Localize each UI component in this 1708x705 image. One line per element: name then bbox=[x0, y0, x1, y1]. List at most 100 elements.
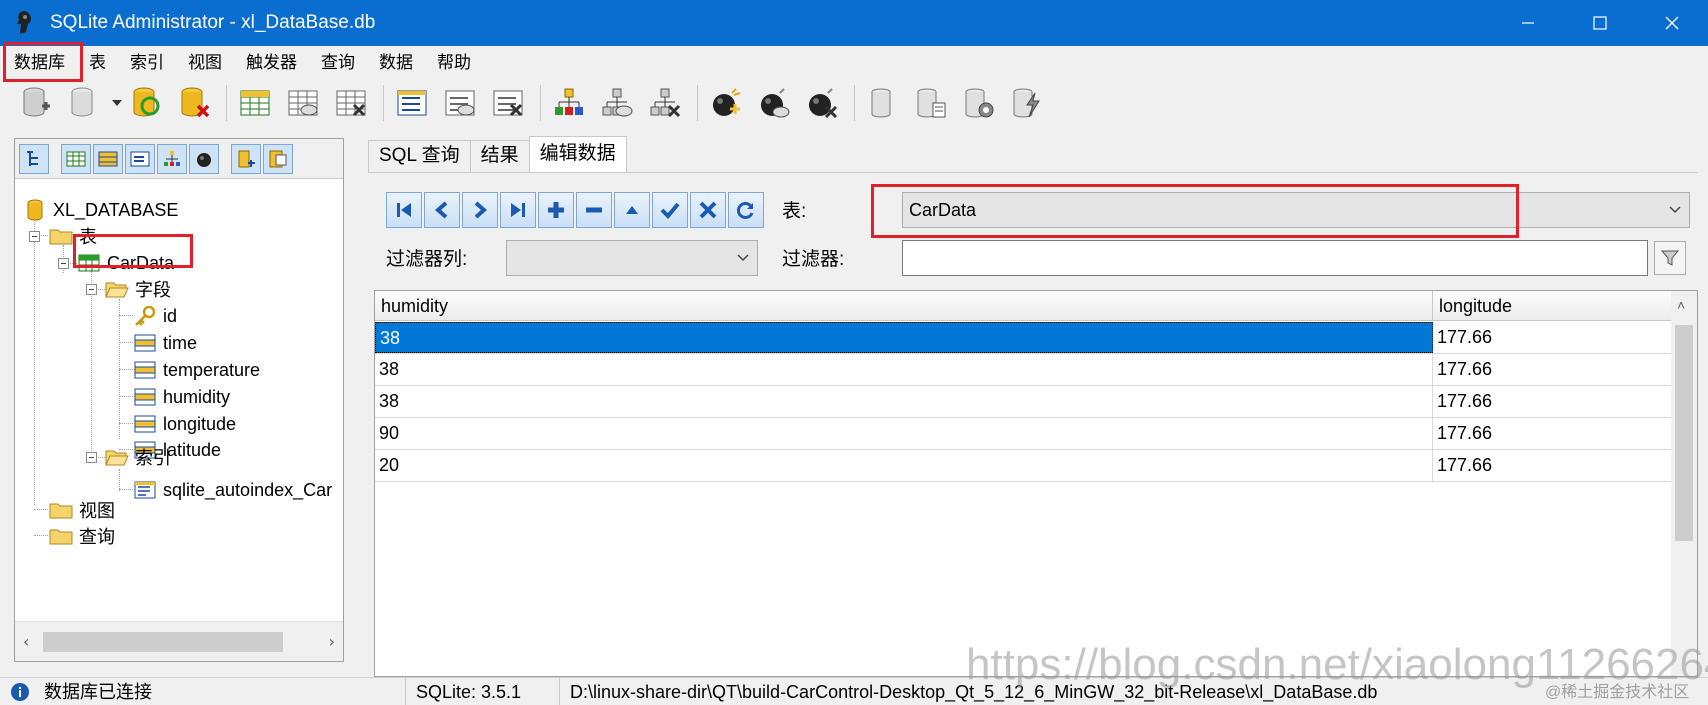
scrollbar-thumb[interactable] bbox=[1675, 325, 1693, 541]
tree-node-views[interactable]: 视图 bbox=[49, 497, 115, 523]
grid-cell[interactable]: 38 bbox=[375, 322, 1433, 353]
filter-views-icon[interactable] bbox=[157, 143, 187, 174]
new-database-icon[interactable] bbox=[14, 82, 58, 124]
tree-node-index-autoindex[interactable]: sqlite_autoindex_Car bbox=[133, 477, 332, 503]
delete-index-icon[interactable] bbox=[486, 82, 530, 124]
first-record-icon[interactable] bbox=[386, 192, 422, 228]
delete-view-icon[interactable] bbox=[643, 82, 687, 124]
tab-edit-data[interactable]: 编辑数据 bbox=[528, 136, 627, 172]
compact-database-icon[interactable] bbox=[124, 82, 168, 124]
column-header-longitude[interactable]: longitude bbox=[1433, 291, 1673, 321]
apply-filter-button[interactable] bbox=[1654, 241, 1686, 275]
grid-vertical-scrollbar[interactable]: ˄ bbox=[1671, 291, 1697, 676]
tree-node-indexes[interactable]: 索引 bbox=[105, 444, 171, 470]
menu-query[interactable]: 查询 bbox=[309, 46, 367, 80]
filter-fields-icon[interactable] bbox=[93, 143, 123, 174]
edit-view-icon[interactable] bbox=[595, 82, 639, 124]
grid-cell[interactable]: 177.66 bbox=[1433, 450, 1673, 481]
insert-record-icon[interactable] bbox=[538, 192, 574, 228]
tree-node-field-longitude[interactable]: longitude bbox=[133, 411, 236, 437]
tree-horizontal-scrollbar[interactable]: ‹ › bbox=[15, 621, 343, 661]
filter-input[interactable] bbox=[902, 240, 1648, 276]
delete-table-icon[interactable] bbox=[329, 82, 373, 124]
grid-cell[interactable]: 90 bbox=[375, 418, 1433, 449]
menu-index[interactable]: 索引 bbox=[118, 46, 176, 80]
last-record-icon[interactable] bbox=[500, 192, 536, 228]
grid-cell[interactable]: 177.66 bbox=[1433, 418, 1673, 449]
edit-index-icon[interactable] bbox=[438, 82, 482, 124]
filter-tables-icon[interactable] bbox=[61, 143, 91, 174]
edit-table-icon[interactable] bbox=[281, 82, 325, 124]
table-row[interactable]: 38 177.66 bbox=[375, 354, 1673, 386]
grid-cell[interactable]: 20 bbox=[375, 450, 1433, 481]
tree-node-field-id[interactable]: id bbox=[133, 303, 177, 329]
table-row[interactable]: 20 177.66 bbox=[375, 450, 1673, 482]
scrollbar-thumb[interactable] bbox=[43, 632, 283, 652]
grid-cell[interactable]: 177.66 bbox=[1433, 354, 1673, 385]
menu-view[interactable]: 视图 bbox=[176, 46, 234, 80]
filter-system-icon[interactable] bbox=[263, 143, 293, 174]
tree-node-queries[interactable]: 查询 bbox=[49, 523, 115, 549]
execute-icon[interactable] bbox=[1005, 82, 1049, 124]
close-button[interactable] bbox=[1636, 0, 1708, 46]
close-database-icon[interactable] bbox=[172, 82, 216, 124]
table-row[interactable]: 38 177.66 bbox=[375, 386, 1673, 418]
menu-trigger[interactable]: 触发器 bbox=[234, 46, 309, 80]
scroll-up-icon[interactable]: ˄ bbox=[1677, 297, 1685, 313]
grid-cell[interactable]: 177.66 bbox=[1433, 322, 1673, 353]
table-select[interactable]: CarData bbox=[902, 192, 1690, 228]
next-record-icon[interactable] bbox=[462, 192, 498, 228]
import-icon[interactable] bbox=[909, 82, 953, 124]
edit-trigger-icon[interactable] bbox=[752, 82, 796, 124]
table-row[interactable]: 90 177.66 bbox=[375, 418, 1673, 450]
tab-results[interactable]: 结果 bbox=[469, 140, 530, 172]
folder-open-icon bbox=[105, 446, 129, 468]
menu-table[interactable]: 表 bbox=[77, 46, 118, 80]
cancel-edit-icon[interactable] bbox=[690, 192, 726, 228]
menu-help[interactable]: 帮助 bbox=[425, 46, 483, 80]
tree-node-field-humidity[interactable]: humidity bbox=[133, 384, 230, 410]
maximize-button[interactable] bbox=[1564, 0, 1636, 46]
menu-database[interactable]: 数据库 bbox=[2, 46, 77, 80]
expand-toggle[interactable] bbox=[58, 258, 69, 269]
expand-toggle[interactable] bbox=[86, 284, 97, 295]
filter-column-select[interactable] bbox=[506, 240, 758, 276]
create-table-icon[interactable] bbox=[233, 82, 277, 124]
refresh-data-icon[interactable] bbox=[728, 192, 764, 228]
tree-node-field-temperature[interactable]: temperature bbox=[133, 357, 260, 383]
expand-toggle[interactable] bbox=[86, 452, 97, 463]
edit-record-icon[interactable] bbox=[614, 192, 650, 228]
create-view-icon[interactable] bbox=[547, 82, 591, 124]
grid-cell[interactable]: 38 bbox=[375, 386, 1433, 417]
table-row[interactable]: 38 177.66 bbox=[375, 322, 1673, 354]
export-icon[interactable] bbox=[861, 82, 905, 124]
delete-trigger-icon[interactable] bbox=[800, 82, 844, 124]
filter-indexes-icon[interactable] bbox=[125, 143, 155, 174]
delete-record-icon[interactable] bbox=[576, 192, 612, 228]
column-header-humidity[interactable]: humidity bbox=[375, 291, 1433, 321]
tree-node-field-time[interactable]: time bbox=[133, 330, 197, 356]
prior-record-icon[interactable] bbox=[424, 192, 460, 228]
tree-node-database[interactable]: XL_DATABASE bbox=[23, 197, 178, 223]
filter-triggers-icon[interactable] bbox=[189, 143, 219, 174]
settings-icon[interactable] bbox=[957, 82, 1001, 124]
expand-toggle[interactable] bbox=[29, 231, 40, 242]
tree-node-table-cardata[interactable]: CarData bbox=[77, 250, 174, 276]
chevron-down-icon[interactable] bbox=[110, 82, 124, 124]
scroll-right-icon[interactable]: › bbox=[329, 632, 335, 651]
tree-node-tables[interactable]: 表 bbox=[49, 223, 97, 249]
field-icon bbox=[133, 359, 157, 381]
grid-cell[interactable]: 38 bbox=[375, 354, 1433, 385]
scroll-left-icon[interactable]: ‹ bbox=[23, 632, 29, 651]
create-trigger-icon[interactable] bbox=[704, 82, 748, 124]
post-edit-icon[interactable] bbox=[652, 192, 688, 228]
tab-sql-query[interactable]: SQL 查询 bbox=[368, 140, 471, 172]
menu-data[interactable]: 数据 bbox=[367, 46, 425, 80]
tree-view-icon[interactable] bbox=[19, 143, 49, 174]
open-database-icon[interactable] bbox=[62, 82, 106, 124]
minimize-button[interactable] bbox=[1492, 0, 1564, 46]
grid-cell[interactable]: 177.66 bbox=[1433, 386, 1673, 417]
create-index-icon[interactable] bbox=[390, 82, 434, 124]
tree-node-fields[interactable]: 字段 bbox=[105, 276, 171, 302]
filter-queries-icon[interactable] bbox=[231, 143, 261, 174]
